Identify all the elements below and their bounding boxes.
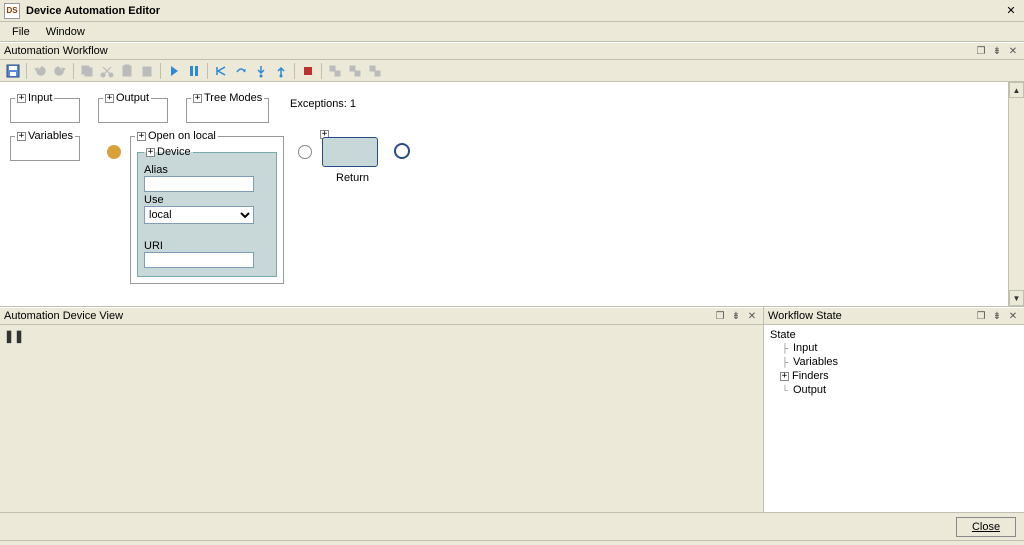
footer: Close — [0, 512, 1024, 540]
panel-title-device-view: Automation Device View — [4, 310, 711, 322]
stop-icon[interactable] — [299, 62, 317, 80]
uri-label: URI — [144, 240, 270, 252]
pin-icon[interactable]: ⇟ — [729, 309, 743, 323]
restore-icon[interactable]: ❐ — [974, 309, 988, 323]
panel-header-workflow: Automation Workflow ❐ ⇟ ✕ — [0, 42, 1024, 60]
expand-icon[interactable]: + — [105, 94, 114, 103]
workflow-state-content: State ├Input ├Variables +Finders └Output — [764, 325, 1024, 512]
step-into-icon[interactable] — [252, 62, 270, 80]
panel-close-icon[interactable]: ✕ — [1006, 309, 1020, 323]
expand-icon[interactable]: + — [17, 132, 26, 141]
expand-icon[interactable]: + — [137, 132, 146, 141]
scrollbar[interactable]: ▲ ▼ — [1008, 82, 1024, 306]
use-label: Use — [144, 194, 270, 206]
node-input[interactable]: +Input — [10, 92, 80, 123]
tree-root-label: State — [770, 329, 1018, 341]
step-over-icon[interactable] — [232, 62, 250, 80]
connector-dot-icon — [298, 145, 312, 159]
pause-icon: ❚❚ — [4, 329, 24, 343]
node-output[interactable]: +Output — [98, 92, 168, 123]
expand-icon[interactable]: + — [193, 94, 202, 103]
scroll-down-icon[interactable]: ▼ — [1009, 290, 1024, 306]
alias-input[interactable] — [144, 176, 254, 192]
node-device[interactable]: +Device Alias Use local URI — [137, 146, 277, 277]
delete-icon[interactable] — [138, 62, 156, 80]
window-close-button[interactable]: ✕ — [1002, 3, 1020, 19]
expand-icon[interactable]: + — [146, 148, 155, 157]
close-button[interactable]: Close — [956, 517, 1016, 537]
node-open-on-local[interactable]: +Open on local +Device Alias Use local U… — [130, 130, 284, 284]
step-back-icon[interactable] — [212, 62, 230, 80]
panel-title-workflow: Automation Workflow — [4, 45, 972, 57]
restore-icon[interactable]: ❐ — [713, 309, 727, 323]
group1-icon[interactable] — [326, 62, 344, 80]
end-ring-icon — [394, 143, 410, 159]
alias-label: Alias — [144, 164, 270, 176]
exceptions-label: Exceptions: 1 — [290, 98, 356, 110]
restore-icon[interactable]: ❐ — [974, 44, 988, 58]
undo-icon[interactable] — [31, 62, 49, 80]
tree-item-output[interactable]: └Output — [780, 383, 1018, 397]
titlebar: DS Device Automation Editor ✕ — [0, 0, 1024, 22]
tree-item-input[interactable]: ├Input — [780, 341, 1018, 355]
node-input-label: Input — [28, 92, 52, 104]
panel-device-view: Automation Device View ❐ ⇟ ✕ ❚❚ — [0, 307, 764, 512]
node-open-on-local-label: Open on local — [148, 130, 216, 142]
expand-icon[interactable]: + — [17, 94, 26, 103]
panel-header-workflow-state: Workflow State ❐ ⇟ ✕ — [764, 307, 1024, 325]
panel-close-icon[interactable]: ✕ — [745, 309, 759, 323]
play-icon[interactable] — [165, 62, 183, 80]
tree-root[interactable]: State ├Input ├Variables +Finders └Output — [770, 329, 1018, 397]
paste-icon[interactable] — [118, 62, 136, 80]
uri-input[interactable] — [144, 252, 254, 268]
return-node[interactable] — [322, 137, 378, 167]
tree-branch-icon: └ — [780, 385, 790, 395]
toolbar — [0, 60, 1024, 82]
use-select[interactable]: local — [144, 206, 254, 224]
step-out-icon[interactable] — [272, 62, 290, 80]
tree-branch-icon: ├ — [780, 357, 790, 367]
save-icon[interactable] — [4, 62, 22, 80]
menu-window[interactable]: Window — [38, 24, 93, 40]
group3-icon[interactable] — [366, 62, 384, 80]
pin-icon[interactable]: ⇟ — [990, 44, 1004, 58]
return-label: Return — [336, 172, 369, 184]
copy-icon[interactable] — [78, 62, 96, 80]
panel-header-device-view: Automation Device View ❐ ⇟ ✕ — [0, 307, 763, 325]
pause-icon[interactable] — [185, 62, 203, 80]
expand-icon[interactable]: + — [780, 372, 789, 381]
tree-branch-icon: ├ — [780, 343, 790, 353]
node-tree-modes-label: Tree Modes — [204, 92, 262, 104]
device-view-content: ❚❚ — [0, 325, 763, 512]
pin-icon[interactable]: ⇟ — [990, 309, 1004, 323]
status-strip — [0, 540, 1024, 545]
node-variables[interactable]: +Variables — [10, 130, 80, 161]
node-variables-label: Variables — [28, 130, 73, 142]
node-device-label: Device — [157, 146, 191, 158]
node-output-label: Output — [116, 92, 149, 104]
menu-file[interactable]: File — [4, 24, 38, 40]
cut-icon[interactable] — [98, 62, 116, 80]
start-dot-icon — [107, 145, 121, 159]
tree-item-finders[interactable]: +Finders — [780, 369, 1018, 383]
menubar: File Window — [0, 22, 1024, 42]
window-title: Device Automation Editor — [26, 5, 1002, 17]
panel-workflow-state: Workflow State ❐ ⇟ ✕ State ├Input ├Varia… — [764, 307, 1024, 512]
redo-icon[interactable] — [51, 62, 69, 80]
panel-close-icon[interactable]: ✕ — [1006, 44, 1020, 58]
workflow-canvas[interactable]: +Input +Output +Tree Modes Exceptions: 1… — [0, 82, 1024, 307]
scroll-up-icon[interactable]: ▲ — [1009, 82, 1024, 98]
group2-icon[interactable] — [346, 62, 364, 80]
node-tree-modes[interactable]: +Tree Modes — [186, 92, 269, 123]
app-icon: DS — [4, 3, 20, 19]
tree-item-variables[interactable]: ├Variables — [780, 355, 1018, 369]
panel-title-workflow-state: Workflow State — [768, 310, 972, 322]
